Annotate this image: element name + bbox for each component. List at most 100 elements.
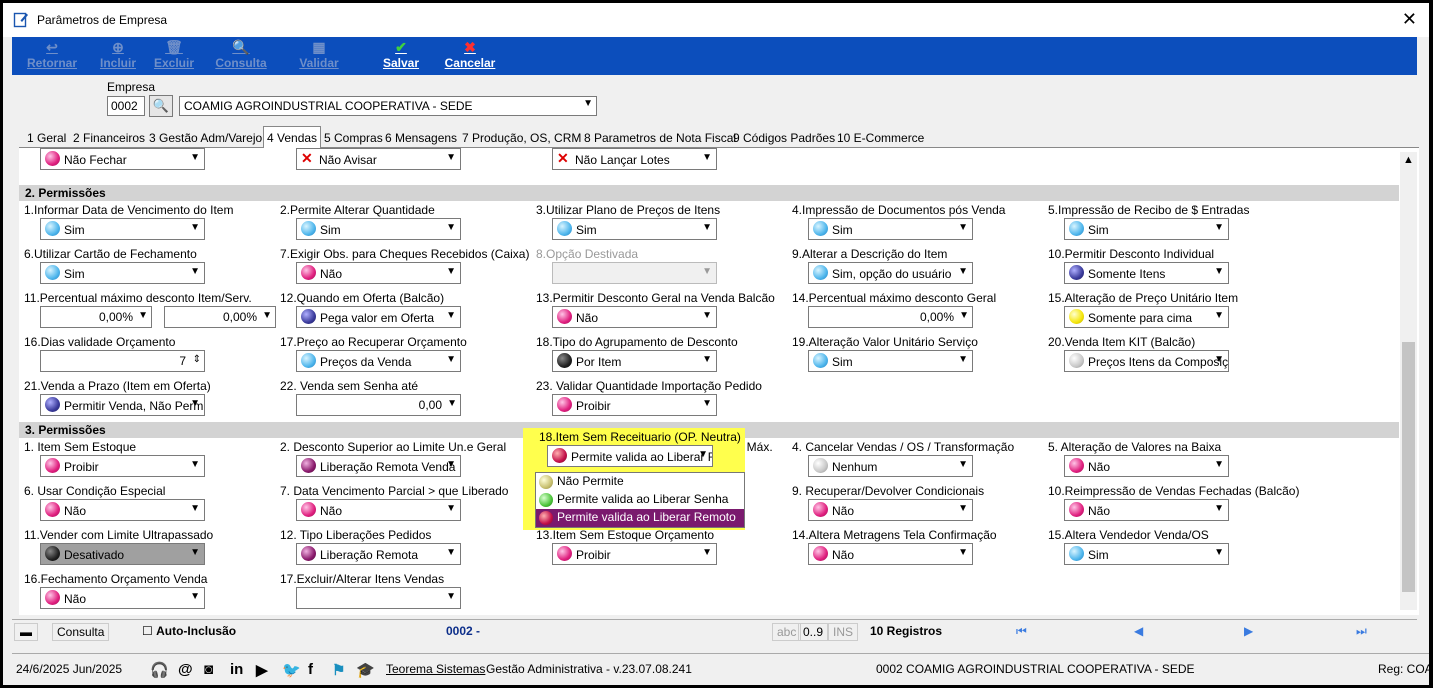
13-item-sem-estoque-or-amento-select[interactable]: Proibir ▼ <box>552 543 717 565</box>
18-tipo-do-agrupamento-de-desconto-select[interactable]: Por Item ▼ <box>552 350 717 372</box>
12-tipo-libera-es-pedidos-select[interactable]: Liberação Remota ▼ <box>296 543 461 565</box>
auto-inclusion-checkbox[interactable]: ☐ Auto-Inclusão <box>138 623 240 641</box>
vendas-panel: Não Fechar ▼ ✕ Não Avisar ▼ ✕ Não Lançar Lot… <box>19 148 1419 615</box>
facebook-icon[interactable]: f <box>308 661 313 678</box>
x-icon: ✖ <box>464 39 476 55</box>
teorema-link[interactable]: Teorema Sistemas <box>386 662 485 676</box>
chevron-up-icon[interactable]: ▲ <box>1403 154 1414 166</box>
tab-financeiros[interactable]: 2 Financeiros <box>73 131 145 145</box>
chevron-down-icon: ▼ <box>1214 222 1224 233</box>
lookup-button[interactable]: 🔍 <box>149 95 173 117</box>
top-select-2[interactable]: ✕ Não Avisar ▼ <box>296 148 461 170</box>
19-altera-o-valor-unit-rio-servi-o-select[interactable]: Sim ▼ <box>808 350 973 372</box>
5-altera-o-de-valores-na-baixa-select[interactable]: Não ▼ <box>1064 455 1229 477</box>
21-venda-a-prazo-item-em-oferta-select[interactable]: Permitir Venda, Não Permitir Oferta▼ <box>40 394 205 416</box>
top-select-3[interactable]: ✕ Não Lançar Lotes ▼ <box>552 148 717 170</box>
10-permitir-desconto-individual-select[interactable]: Somente Itens ▼ <box>1064 262 1229 284</box>
first-record-icon[interactable]: ⏮ <box>1012 623 1031 641</box>
validar-button[interactable]: ▦ Validar <box>294 39 344 70</box>
10-reimpress-o-de-vendas-fechadas-balc-o-select[interactable]: Não ▼ <box>1064 499 1229 521</box>
excluir-button[interactable]: 🗑 Excluir <box>152 39 196 70</box>
select-value: Somente Itens <box>1088 266 1166 281</box>
23-validar-quantidade-importa-o-pedido-select[interactable]: Proibir ▼ <box>552 394 717 416</box>
empresa-select[interactable]: COAMIG AGROINDUSTRIAL COOPERATIVA - SEDE… <box>179 96 597 116</box>
status-magenta-icon <box>813 546 828 562</box>
1-informar-data-de-vencimento-do-item-select[interactable]: Sim ▼ <box>40 218 205 240</box>
tab-producao-os-crm[interactable]: 7 Produção, OS, CRM <box>462 131 581 145</box>
consulta-label: Consulta <box>215 56 267 70</box>
12-quando-em-oferta-balc-o-select[interactable]: Pega valor em Oferta ▼ <box>296 306 461 328</box>
field-9-alterar-a-descri-o-do-item: 9.Alterar a Descrição do Item Sim, opção … <box>787 247 1043 289</box>
2-permite-alterar-quantidade-select[interactable]: Sim ▼ <box>296 218 461 240</box>
next-record-icon[interactable]: ▶ <box>1240 623 1257 641</box>
17-pre-o-ao-recuperar-or-amento-select[interactable]: Preços da Venda ▼ <box>296 350 461 372</box>
twitter-icon[interactable]: 🐦 <box>282 661 301 679</box>
tab-compras[interactable]: 5 Compras <box>324 131 383 145</box>
email-icon[interactable]: @ <box>178 661 193 678</box>
numeric-input[interactable]: 7 ⇕ <box>40 350 205 372</box>
last-record-icon[interactable]: ⏭ <box>1352 623 1371 641</box>
tab-mensagens[interactable]: 6 Mensagens <box>385 131 457 145</box>
numeric-input[interactable]: 0,00 ▼ <box>296 394 461 416</box>
select-value: Proibir <box>576 547 611 562</box>
percent-input[interactable]: 0,00% ▼ <box>40 306 152 328</box>
3-utilizar-plano-de-pre-os-de-itens-select[interactable]: Sim ▼ <box>552 218 717 240</box>
option-liberar-senha[interactable]: Permite valida ao Liberar Senha <box>536 491 744 509</box>
chevron-down-icon: ▼ <box>262 310 272 321</box>
item-sem-receituario-select[interactable]: Permite valida ao Liberar Remoto▼ <box>547 445 713 467</box>
numeric-input[interactable]: 0,00% ▼ <box>808 306 973 328</box>
14-altera-metragens-tela-confirma-o-select[interactable]: Não ▼ <box>808 543 973 565</box>
4-impress-o-de-documentos-p-s-venda-select[interactable]: Sim ▼ <box>808 218 973 240</box>
15-altera-o-de-pre-o-unit-rio-item-select[interactable]: Somente para cima ▼ <box>1064 306 1229 328</box>
13-permitir-desconto-geral-na-venda-balc-select[interactable]: Não ▼ <box>552 306 717 328</box>
6-utilizar-cart-o-de-fechamento-select[interactable]: Sim ▼ <box>40 262 205 284</box>
instagram-icon[interactable]: ◙ <box>204 661 213 678</box>
scrollbar-thumb[interactable] <box>1402 342 1415 592</box>
youtube-icon[interactable]: ▶ <box>256 661 268 679</box>
select-value: Permitir Venda, Não Permitir Oferta <box>64 398 204 413</box>
4-cancelar-vendas-os-transforma-o-select[interactable]: Nenhum ▼ <box>808 455 973 477</box>
retornar-button[interactable]: ↩ Retornar <box>24 39 80 70</box>
2-desconto-superior-ao-limite-un-e-geral-select[interactable]: Liberação Remota Venda ▼ <box>296 455 461 477</box>
prev-record-icon[interactable]: ◀ <box>1130 623 1147 641</box>
20-venda-item-kit-balc-o-select[interactable]: Preços Itens da Composição ▼ <box>1064 350 1229 372</box>
option-nao-permite[interactable]: Não Permite <box>536 473 744 491</box>
5-impress-o-de-recibo-de-entradas-select[interactable]: Sim ▼ <box>1064 218 1229 240</box>
linkedin-icon[interactable]: in <box>230 661 243 678</box>
tab-parametros-nota-fiscal[interactable]: 8 Parametros de Nota Fiscal <box>584 131 736 145</box>
11-vender-com-limite-ultrapassado-select[interactable]: Desativado ▼ <box>40 543 205 565</box>
field-17-pre-o-ao-recuperar-or-amento: 17.Preço ao Recuperar Orçamento Preços da… <box>275 335 531 377</box>
close-icon[interactable]: ✕ <box>1402 9 1417 30</box>
percent-input[interactable]: 0,00% ▼ <box>164 306 276 328</box>
7-exigir-obs-para-cheques-recebidos-caix-select[interactable]: Não ▼ <box>296 262 461 284</box>
incluir-button[interactable]: ⊕ Incluir <box>96 39 140 70</box>
graduation-cap-icon[interactable]: 🎓 <box>356 661 375 679</box>
top-select-1[interactable]: Não Fechar ▼ <box>40 148 205 170</box>
tab-codigos-padroes[interactable]: 9 Códigos Padrões <box>733 131 835 145</box>
tab-e-commerce[interactable]: 10 E-Commerce <box>837 131 924 145</box>
7-data-vencimento-parcial-que-liberado-select[interactable]: Não ▼ <box>296 499 461 521</box>
chevron-down-icon: ▼ <box>702 398 712 409</box>
salvar-button[interactable]: ✔ Salvar <box>376 39 426 70</box>
main-toolbar: ↩ Retornar ⊕ Incluir 🗑 Excluir 🔍 Consult… <box>12 37 1417 75</box>
select-value: Não <box>64 591 87 606</box>
9-alterar-a-descri-o-do-item-select[interactable]: Sim, opção do usuário ▼ <box>808 262 973 284</box>
vertical-scrollbar[interactable]: ▲ <box>1400 152 1417 610</box>
16-fechamento-or-amento-venda-select[interactable]: Não ▼ <box>40 587 205 609</box>
17-excluir-alterar-itens-vendas-select[interactable]: ▼ <box>296 587 461 609</box>
cancelar-button[interactable]: ✖ Cancelar <box>442 39 498 70</box>
field-5-altera-o-de-valores-na-baixa: 5. Alteração de Valores na Baixa Não ▼ <box>1043 440 1299 482</box>
empresa-code-input[interactable]: 0002 <box>107 96 145 116</box>
tab-vendas[interactable]: 4 Vendas <box>263 126 322 149</box>
headset-icon[interactable]: 🎧 <box>150 661 169 679</box>
tab-geral[interactable]: 1 Geral <box>27 131 66 145</box>
1-item-sem-estoque-select[interactable]: Proibir ▼ <box>40 455 205 477</box>
tab-gestao-adm-varejo[interactable]: 3 Gestão Adm/Varejo <box>149 131 262 145</box>
chevron-down-icon: ▼ <box>1214 354 1224 365</box>
15-altera-vendedor-venda-os-select[interactable]: Sim ▼ <box>1064 543 1229 565</box>
consulta-button[interactable]: 🔍 Consulta <box>212 39 270 70</box>
6-usar-condi-o-especial-select[interactable]: Não ▼ <box>40 499 205 521</box>
9-recuperar-devolver-condicionais-select[interactable]: Não ▼ <box>808 499 973 521</box>
chevron-down-icon: ▼ <box>1214 310 1224 321</box>
option-liberar-remoto[interactable]: Permite valida ao Liberar Remoto <box>536 509 744 527</box>
